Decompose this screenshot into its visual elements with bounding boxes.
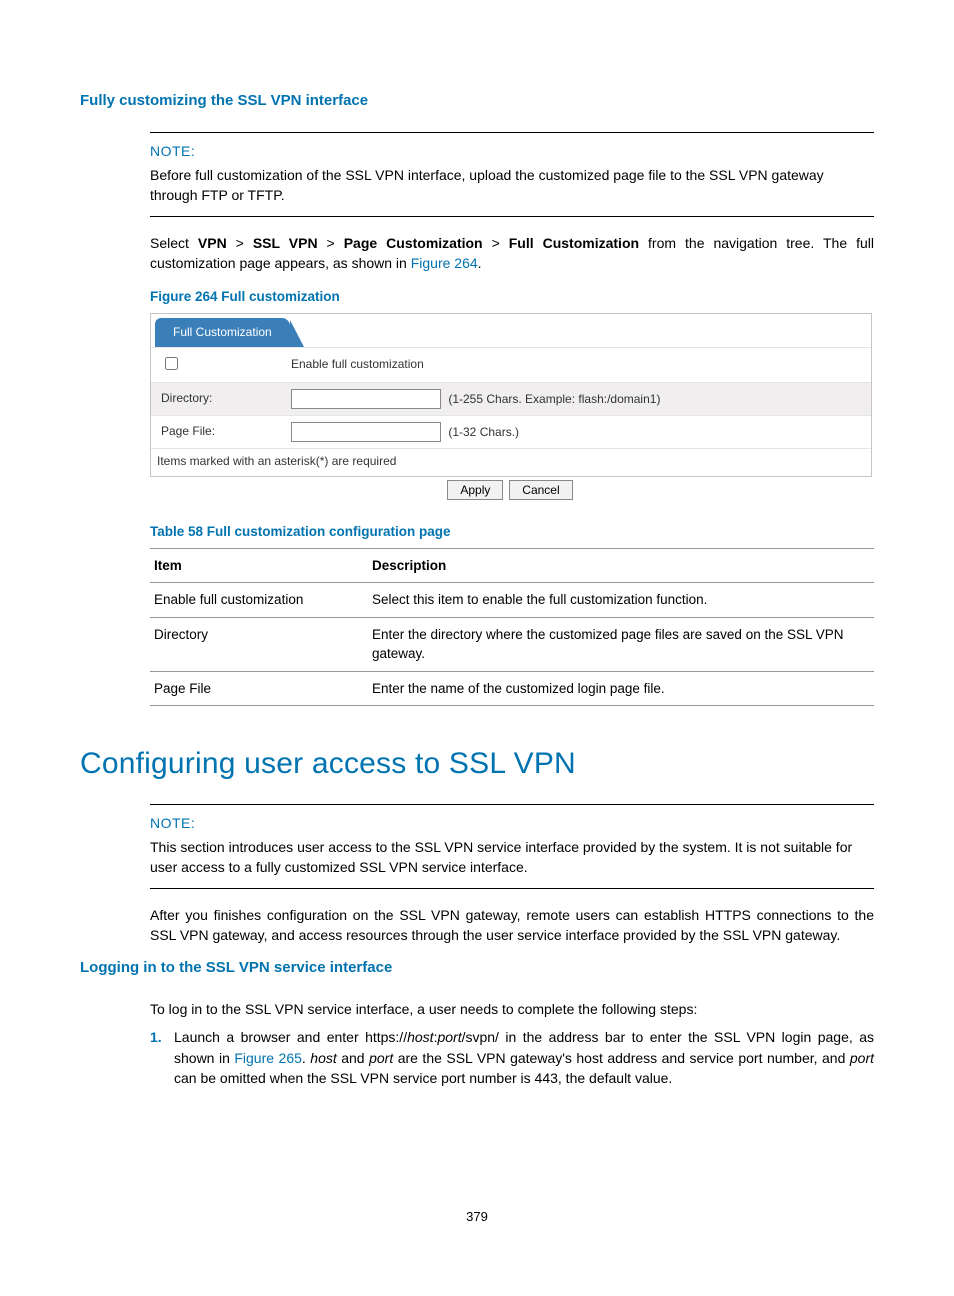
nav-sslvpn: SSL VPN — [253, 235, 318, 251]
s1-host2: host — [310, 1050, 336, 1066]
directory-label: Directory: — [151, 382, 281, 415]
figure-264-link[interactable]: Figure 264 — [411, 255, 478, 271]
required-note: Items marked with an asterisk(*) are req… — [151, 448, 871, 476]
figure-265-link[interactable]: Figure 265 — [234, 1050, 302, 1066]
page-number: 379 — [80, 1208, 874, 1227]
step-1-text: Launch a browser and enter https://host:… — [174, 1027, 874, 1088]
t58-r2-item: Page File — [150, 671, 368, 706]
s1-host1: host — [407, 1029, 433, 1045]
tab-full-customization[interactable]: Full Customization — [155, 318, 290, 347]
full-customization-panel: Full Customization Enable full customiza… — [150, 313, 872, 477]
cancel-button[interactable]: Cancel — [509, 480, 572, 500]
nav-pagecust: Page Customization — [344, 235, 483, 251]
s1-port2: port — [369, 1050, 393, 1066]
s1-port1: port — [437, 1029, 461, 1045]
table-row: Enable full customization Select this it… — [150, 583, 874, 618]
table-58-header-item: Item — [150, 548, 368, 583]
t58-r2-desc: Enter the name of the customized login p… — [368, 671, 874, 706]
table-58-header-desc: Description — [368, 548, 874, 583]
nav-fullcust: Full Customization — [509, 235, 639, 251]
list-item: 1. Launch a browser and enter https://ho… — [150, 1027, 874, 1088]
nav-sep-3: > — [483, 235, 509, 251]
table-row: Directory Enter the directory where the … — [150, 617, 874, 671]
note-text-2: This section introduces user access to t… — [150, 837, 874, 878]
heading-fully-customizing: Fully customizing the SSL VPN interface — [80, 90, 874, 112]
nav-instruction: Select VPN > SSL VPN > Page Customizatio… — [150, 233, 874, 274]
figure-264-caption: Figure 264 Full customization — [150, 287, 874, 307]
panel-buttons: Apply Cancel — [150, 479, 870, 500]
pagefile-label: Page File: — [151, 415, 281, 448]
s1d: and — [337, 1050, 369, 1066]
nav-vpn: VPN — [198, 235, 227, 251]
s1a: Launch a browser and enter https:// — [174, 1029, 407, 1045]
pagefile-hint: (1-32 Chars.) — [448, 425, 519, 439]
table-58: Item Description Enable full customizati… — [150, 548, 874, 707]
table-58-caption: Table 58 Full customization configuratio… — [150, 522, 874, 542]
pagefile-input[interactable] — [291, 422, 441, 442]
s1e: are the SSL VPN gateway's host address a… — [393, 1050, 850, 1066]
t58-r0-item: Enable full customization — [150, 583, 368, 618]
apply-button[interactable]: Apply — [447, 480, 503, 500]
nav-prefix: Select — [150, 235, 198, 251]
heading-logging-in: Logging in to the SSL VPN service interf… — [80, 957, 874, 979]
s1f: can be omitted when the SSL VPN service … — [174, 1070, 672, 1086]
directory-input[interactable] — [291, 389, 441, 409]
after-config-paragraph: After you finishes configuration on the … — [150, 905, 874, 946]
table-row: Page File Enter the name of the customiz… — [150, 671, 874, 706]
enable-full-customization-checkbox[interactable] — [165, 357, 178, 370]
login-intro: To log in to the SSL VPN service interfa… — [150, 999, 874, 1019]
note-box-2: NOTE: This section introduces user acces… — [150, 804, 874, 889]
note-text-1: Before full customization of the SSL VPN… — [150, 165, 874, 206]
t58-r0-desc: Select this item to enable the full cust… — [368, 583, 874, 618]
note-box-1: NOTE: Before full customization of the S… — [150, 132, 874, 217]
note-title-2: NOTE: — [150, 813, 874, 833]
t58-r1-item: Directory — [150, 617, 368, 671]
s1-port3: port — [850, 1050, 874, 1066]
step-1-number: 1. — [150, 1027, 174, 1088]
directory-hint: (1-255 Chars. Example: flash:/domain1) — [448, 392, 660, 406]
nav-sep-2: > — [318, 235, 344, 251]
nav-sep-1: > — [227, 235, 253, 251]
t58-r1-desc: Enter the directory where the customized… — [368, 617, 874, 671]
note-title-1: NOTE: — [150, 141, 874, 161]
heading-configuring-user-access: Configuring user access to SSL VPN — [80, 742, 874, 786]
enable-full-customization-label: Enable full customization — [281, 348, 871, 382]
nav-end: . — [478, 255, 482, 271]
